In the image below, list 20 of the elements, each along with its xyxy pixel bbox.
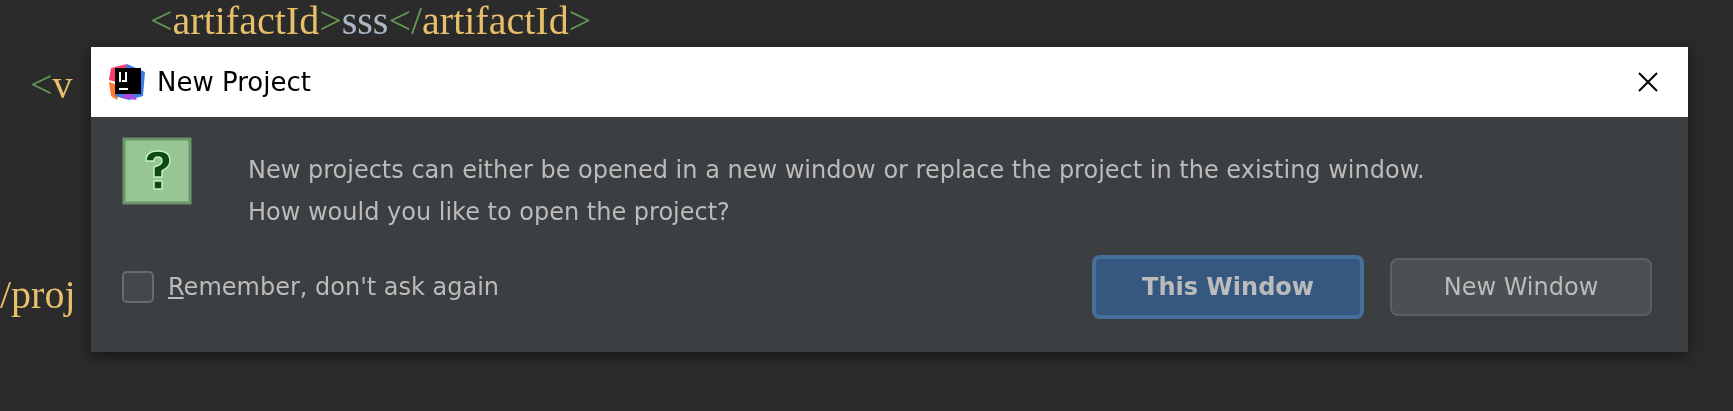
message-text: How would you like to open the project? bbox=[248, 197, 731, 228]
close-icon bbox=[1637, 71, 1659, 93]
dialog-button[interactable]: This Window bbox=[1092, 255, 1364, 319]
checkbox-label: Remember, don't ask again bbox=[168, 273, 500, 301]
code-token: sss bbox=[341, 0, 389, 43]
app-logo-icon bbox=[107, 62, 147, 102]
question-icon bbox=[122, 137, 194, 205]
code-token: artifactId bbox=[172, 0, 320, 43]
dialog-button[interactable]: New Window bbox=[1390, 258, 1652, 316]
message-text: New projects can either be opened in a new window or replace the project in the existing window. bbox=[248, 155, 1425, 186]
code-token: < bbox=[30, 62, 53, 107]
checkbox[interactable] bbox=[122, 271, 154, 303]
code-token: v bbox=[52, 62, 73, 107]
code-token: </ bbox=[388, 0, 423, 43]
code-token: < bbox=[150, 0, 173, 43]
code-token: > bbox=[568, 0, 592, 43]
window-title: New Project bbox=[157, 67, 312, 97]
code-token: /proj bbox=[0, 272, 76, 317]
code-token: > bbox=[319, 0, 342, 43]
code-token: artifactId bbox=[422, 0, 569, 43]
